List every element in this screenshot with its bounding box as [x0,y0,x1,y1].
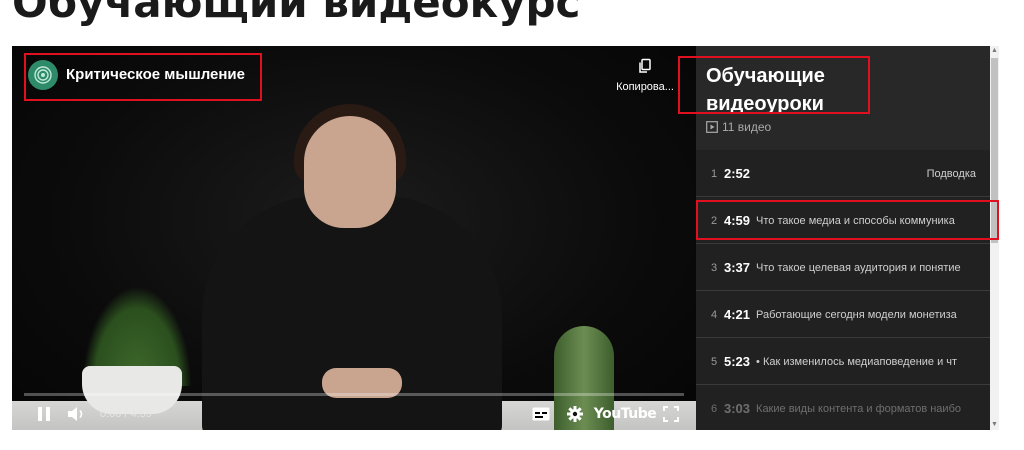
video-frame-presenter-face [304,116,396,228]
playlist-item-index: 6 [711,402,718,415]
playlist-header: Обучающие видеоуроки 11 видео [696,46,999,150]
settings-button[interactable] [562,398,588,430]
video-player[interactable]: Критическое мышление Копирова... 0:00 / … [12,46,696,430]
playlist-item-title: Работающие сегодня модели монетиза [756,308,957,321]
time-display: 0:00 / 4:59 [100,408,152,420]
playlist-scrollbar[interactable]: ▲ ▼ [990,46,999,430]
playlist-item-duration: 5:23 [724,354,751,369]
playlist-item-duration: 2:52 [724,166,751,181]
subtitles-icon [532,407,550,421]
playlist-item-3[interactable]: 3 3:37 Что такое целевая аудитория и пон… [696,245,990,291]
fullscreen-icon [663,406,679,422]
playlist-item-duration: 4:21 [724,307,751,322]
playlist-item-1[interactable]: 1 2:52 Подводка [696,151,990,197]
video-title-link[interactable]: Критическое мышление [66,66,245,83]
video-embed[interactable]: Критическое мышление Копирова... 0:00 / … [12,46,999,430]
playlist-video-icon [706,121,718,133]
playlist-item-index: 2 [711,214,718,227]
playlist-item-4[interactable]: 4 4:21 Работающие сегодня модели монетиз… [696,292,990,338]
gear-icon [567,406,583,422]
playlist-count: 11 видео [706,120,771,134]
playlist-item-title: • Как изменилось медиаповедение и чт [756,355,958,368]
playlist-title[interactable]: Обучающие видеоуроки [706,62,876,118]
scrollbar-thumb[interactable] [991,58,998,243]
playlist-item-duration: 3:03 [724,401,751,416]
page-heading: Обучающий видеокурс [12,0,581,27]
channel-logo-icon[interactable] [28,60,58,90]
copy-icon [639,58,651,73]
playlist-item-duration: 4:59 [724,213,751,228]
playlist-item-title: Какие виды контента и форматов наибо [756,402,961,415]
playlist-panel: Обучающие видеоуроки 11 видео 1 2:52 Под… [696,46,999,430]
pause-icon [38,407,50,421]
player-controls: 0:00 / 4:59 YouTube [12,398,696,430]
progress-bar[interactable] [24,393,684,396]
playlist-item-index: 1 [711,167,718,180]
scroll-up-icon[interactable]: ▲ [991,46,998,56]
playlist-item-index: 4 [711,308,718,321]
playlist-item-title: Подводка [926,167,976,180]
playlist-item-6[interactable]: 6 3:03 Какие виды контента и форматов на… [696,386,990,430]
copy-link-button[interactable]: Копирова... [606,58,684,93]
fullscreen-button[interactable] [658,398,684,430]
copy-link-label: Копирова... [616,81,674,93]
volume-button[interactable] [64,398,90,430]
playlist-item-index: 3 [711,261,718,274]
playlist-item-index: 5 [711,355,718,368]
subtitles-button[interactable] [528,398,554,430]
pause-button[interactable] [32,398,56,430]
playlist-item-title: Что такое целевая аудитория и понятие [756,261,961,274]
playlist-count-label: 11 видео [722,120,772,134]
playlist-item-title: Что такое медиа и способы коммуника [756,214,955,227]
volume-icon [68,407,83,421]
scroll-down-icon[interactable]: ▼ [991,420,998,430]
youtube-logo[interactable]: YouTube [594,398,657,430]
playlist-item-2[interactable]: 2 4:59 Что такое медиа и способы коммуни… [696,198,990,244]
playlist-item-5[interactable]: 5 5:23 • Как изменилось медиаповедение и… [696,339,990,385]
playlist-item-duration: 3:37 [724,260,751,275]
